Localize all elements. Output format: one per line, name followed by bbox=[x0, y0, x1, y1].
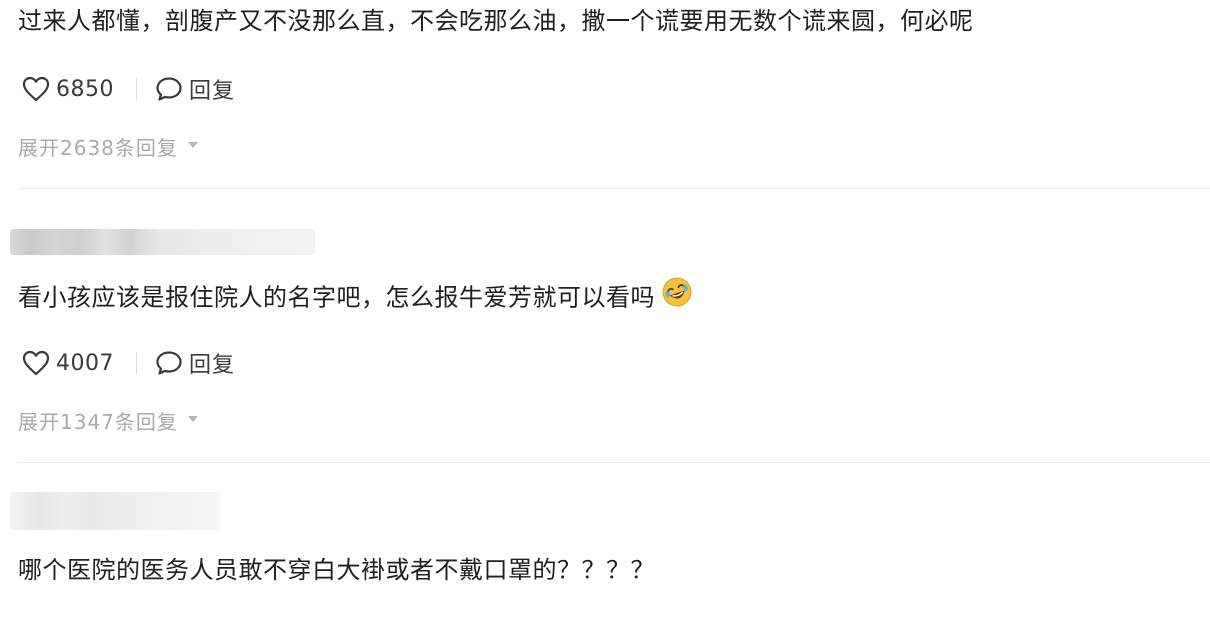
reply-label: 回复 bbox=[189, 353, 236, 378]
username-redacted bbox=[10, 229, 315, 255]
comment-actions: 4007 回复 bbox=[22, 347, 235, 379]
like-button[interactable]: 4007 bbox=[22, 350, 114, 376]
caret-down-icon bbox=[187, 141, 198, 148]
action-divider bbox=[136, 78, 137, 100]
expand-replies-button[interactable]: 展开2638条回复 bbox=[18, 132, 198, 161]
like-count: 4007 bbox=[56, 350, 114, 376]
reply-label: 回复 bbox=[189, 79, 236, 104]
comment-text-content: 看小孩应该是报住院人的名字吧，怎么报牛爱芳就可以看吗 bbox=[18, 283, 655, 312]
expand-replies-label: 展开1347条回复 bbox=[18, 410, 178, 434]
rolling-on-floor-laughing-emoji-icon bbox=[661, 276, 693, 317]
caret-down-icon bbox=[187, 415, 198, 422]
like-count: 6850 bbox=[56, 76, 114, 102]
comment-divider bbox=[18, 462, 1210, 463]
expand-replies-button[interactable]: 展开1347条回复 bbox=[18, 406, 198, 435]
action-divider bbox=[136, 352, 137, 374]
heart-outline-icon bbox=[22, 350, 50, 376]
speech-bubble-icon bbox=[155, 76, 183, 102]
expand-replies-label: 展开2638条回复 bbox=[18, 136, 178, 160]
reply-button[interactable]: 回复 bbox=[155, 347, 235, 379]
comment-text: 过来人都懂，剖腹产又不没那么直，不会吃那么油，撒一个谎要用无数个谎来圆，何必呢 bbox=[18, 7, 974, 35]
reply-button[interactable]: 回复 bbox=[155, 73, 235, 105]
comment-text: 哪个医院的医务人员敢不穿白大褂或者不戴口罩的？？？？ bbox=[18, 556, 655, 584]
comment-text: 看小孩应该是报住院人的名字吧，怎么报牛爱芳就可以看吗 bbox=[18, 276, 693, 319]
speech-bubble-icon bbox=[155, 350, 183, 376]
comment-divider bbox=[18, 188, 1210, 189]
like-button[interactable]: 6850 bbox=[22, 76, 114, 102]
username-redacted bbox=[10, 492, 220, 530]
comment-actions: 6850 回复 bbox=[22, 73, 235, 105]
heart-outline-icon bbox=[22, 76, 50, 102]
